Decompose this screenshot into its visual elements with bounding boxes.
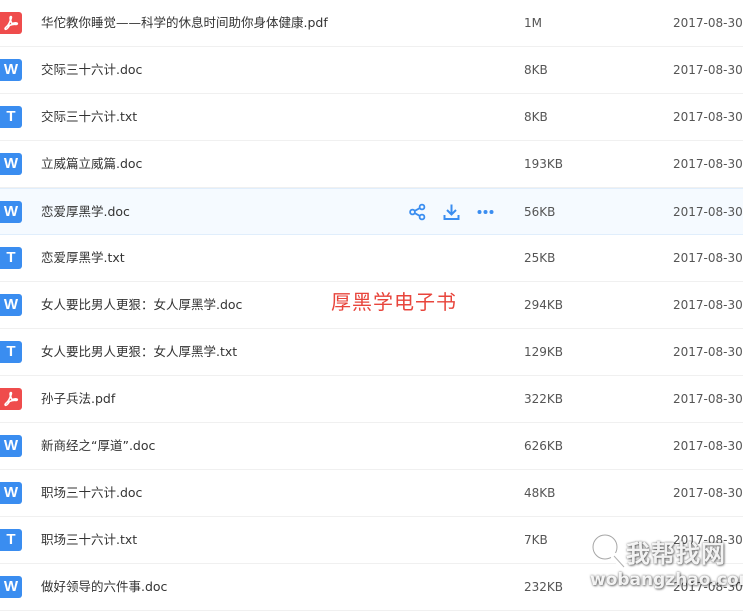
file-date: 2017-08-30: [673, 110, 743, 124]
file-name[interactable]: 职场三十六计.doc: [41, 470, 142, 516]
file-row[interactable]: T 交际三十六计.txt 8KB 2017-08-30: [0, 94, 743, 141]
pdf-file-icon: [0, 12, 22, 34]
file-size: 48KB: [524, 486, 556, 500]
file-name[interactable]: 恋爱厚黑学.txt: [41, 235, 125, 281]
share-icon: [409, 203, 426, 221]
file-size: 8KB: [524, 63, 548, 77]
file-name[interactable]: 立威篇立威篇.doc: [41, 141, 142, 187]
site-watermark: 我帮找网 wobangzhao.com: [588, 528, 743, 598]
word-file-icon: W: [0, 435, 22, 457]
file-date: 2017-08-30: [673, 298, 743, 312]
file-name[interactable]: 交际三十六计.txt: [41, 94, 137, 140]
file-date: 2017-08-30: [673, 486, 743, 500]
file-size: 322KB: [524, 392, 564, 406]
file-row[interactable]: 孙子兵法.pdf 322KB 2017-08-30: [0, 376, 743, 423]
file-size: 1M: [524, 16, 542, 30]
file-row[interactable]: T 女人要比男人更狠：女人厚黑学.txt 129KB 2017-08-30: [0, 329, 743, 376]
file-date: 2017-08-30: [673, 439, 743, 453]
file-date: 2017-08-30: [673, 205, 743, 219]
file-size: 193KB: [524, 157, 564, 171]
file-date: 2017-08-30: [673, 157, 743, 171]
file-name[interactable]: 女人要比男人更狠：女人厚黑学.doc: [41, 282, 242, 328]
download-button[interactable]: [442, 203, 461, 221]
file-row[interactable]: T 恋爱厚黑学.txt 25KB 2017-08-30: [0, 235, 743, 282]
download-icon: [443, 204, 460, 220]
file-size: 626KB: [524, 439, 564, 453]
file-name[interactable]: 职场三十六计.txt: [41, 517, 137, 563]
magnifier-logo-icon: [590, 532, 628, 571]
file-name[interactable]: 做好领导的六件事.doc: [41, 564, 167, 610]
file-size: 56KB: [524, 205, 556, 219]
file-row[interactable]: W 立威篇立威篇.doc 193KB 2017-08-30: [0, 141, 743, 188]
pdf-file-icon: [0, 388, 22, 410]
row-actions: [408, 203, 495, 221]
word-file-icon: W: [0, 201, 22, 223]
file-date: 2017-08-30: [673, 16, 743, 30]
file-name[interactable]: 女人要比男人更狠：女人厚黑学.txt: [41, 329, 237, 375]
txt-file-icon: T: [0, 106, 22, 128]
overlay-label: 厚黑学电子书: [331, 290, 457, 314]
share-button[interactable]: [408, 203, 427, 221]
file-name[interactable]: 恋爱厚黑学.doc: [41, 189, 130, 235]
file-row[interactable]: W 职场三十六计.doc 48KB 2017-08-30: [0, 470, 743, 517]
file-date: 2017-08-30: [673, 251, 743, 265]
file-size: 8KB: [524, 110, 548, 124]
file-row[interactable]: 华佗教你睡觉——科学的休息时间助你身体健康.pdf 1M 2017-08-30: [0, 0, 743, 47]
file-name[interactable]: 华佗教你睡觉——科学的休息时间助你身体健康.pdf: [41, 0, 328, 46]
file-row[interactable]: W 交际三十六计.doc 8KB 2017-08-30: [0, 47, 743, 94]
file-name[interactable]: 新商经之“厚道”.doc: [41, 423, 155, 469]
file-name[interactable]: 交际三十六计.doc: [41, 47, 142, 93]
file-date: 2017-08-30: [673, 345, 743, 359]
file-name[interactable]: 孙子兵法.pdf: [41, 376, 115, 422]
word-file-icon: W: [0, 576, 22, 598]
word-file-icon: W: [0, 59, 22, 81]
file-size: 232KB: [524, 580, 564, 594]
watermark-text-cn: 我帮找网: [626, 540, 726, 568]
word-file-icon: W: [0, 482, 22, 504]
file-date: 2017-08-30: [673, 392, 743, 406]
txt-file-icon: T: [0, 529, 22, 551]
word-file-icon: W: [0, 153, 22, 175]
file-row[interactable]: W 恋爱厚黑学.doc 56KB 2017-08-30: [0, 188, 743, 235]
more-button[interactable]: [476, 203, 495, 221]
watermark-text-url: wobangzhao.com: [590, 570, 743, 590]
file-size: 7KB: [524, 533, 548, 547]
file-date: 2017-08-30: [673, 63, 743, 77]
file-size: 294KB: [524, 298, 564, 312]
file-size: 129KB: [524, 345, 564, 359]
more-icon: [477, 210, 494, 214]
txt-file-icon: T: [0, 341, 22, 363]
txt-file-icon: T: [0, 247, 22, 269]
word-file-icon: W: [0, 294, 22, 316]
file-row[interactable]: W 新商经之“厚道”.doc 626KB 2017-08-30: [0, 423, 743, 470]
file-size: 25KB: [524, 251, 556, 265]
